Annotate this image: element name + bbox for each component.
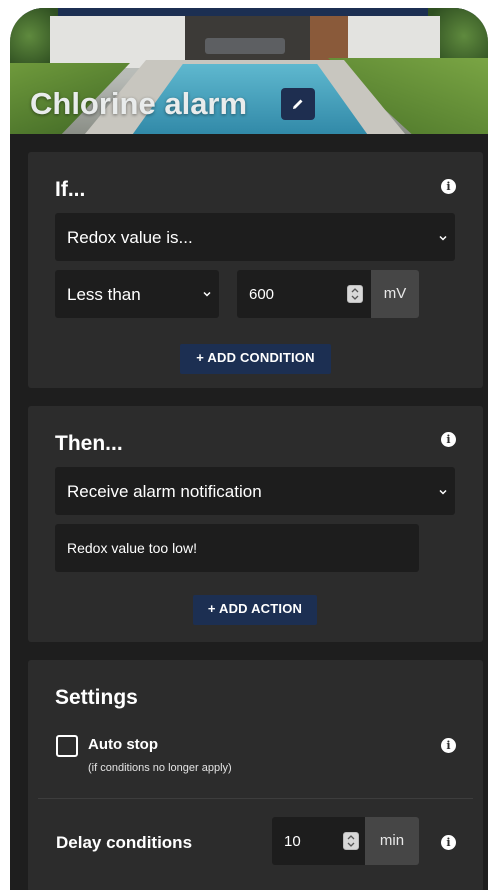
add-condition-button[interactable]: + ADD CONDITION: [180, 344, 331, 374]
comparison-select-value: Less than: [67, 285, 141, 304]
delay-input[interactable]: 10: [272, 817, 365, 865]
add-action-button[interactable]: + ADD ACTION: [193, 595, 317, 625]
info-icon[interactable]: i: [441, 432, 456, 447]
then-card: Then... i Receive alarm notification Red…: [28, 406, 483, 642]
parameter-select[interactable]: Redox value is...: [55, 213, 455, 261]
message-input-text: Redox value too low!: [67, 540, 197, 556]
chevron-down-icon: [439, 489, 447, 495]
page-title: Chlorine alarm: [30, 86, 248, 121]
stepper-icon[interactable]: [347, 285, 363, 303]
value-input-text: 600: [249, 286, 275, 303]
action-select-value: Receive alarm notification: [67, 482, 262, 501]
if-card-title: If...: [55, 178, 86, 201]
if-card: If... i Redox value is... Less than 600 …: [28, 152, 483, 388]
chevron-down-icon: [203, 291, 211, 297]
delay-unit-label: min: [365, 817, 419, 865]
then-card-title: Then...: [55, 432, 123, 455]
info-icon[interactable]: i: [441, 738, 456, 753]
header-image: Chlorine alarm: [10, 8, 488, 134]
delay-conditions-label: Delay conditions: [56, 833, 193, 852]
chevron-down-icon: [439, 235, 447, 241]
auto-stop-checkbox[interactable]: [56, 735, 78, 757]
auto-stop-hint: (if conditions no longer apply): [88, 762, 232, 774]
delay-input-text: 10: [284, 833, 301, 850]
stepper-icon[interactable]: [343, 832, 359, 850]
comparison-select[interactable]: Less than: [55, 270, 219, 318]
app-screen: Chlorine alarm If... i Redox value is...…: [10, 8, 488, 890]
action-select[interactable]: Receive alarm notification: [55, 467, 455, 515]
info-icon[interactable]: i: [441, 179, 456, 194]
message-input[interactable]: Redox value too low!: [55, 524, 419, 572]
settings-card-title: Settings: [55, 686, 138, 709]
info-icon[interactable]: i: [441, 835, 456, 850]
value-input[interactable]: 600: [237, 270, 371, 318]
settings-card: Settings Auto stop (if conditions no lon…: [28, 660, 483, 890]
top-bar: [10, 8, 488, 16]
divider: [38, 798, 473, 799]
edit-title-button[interactable]: [281, 88, 315, 120]
auto-stop-label: Auto stop: [88, 736, 158, 753]
unit-label: mV: [371, 270, 419, 318]
pencil-icon: [293, 99, 303, 109]
parameter-select-value: Redox value is...: [67, 228, 193, 247]
